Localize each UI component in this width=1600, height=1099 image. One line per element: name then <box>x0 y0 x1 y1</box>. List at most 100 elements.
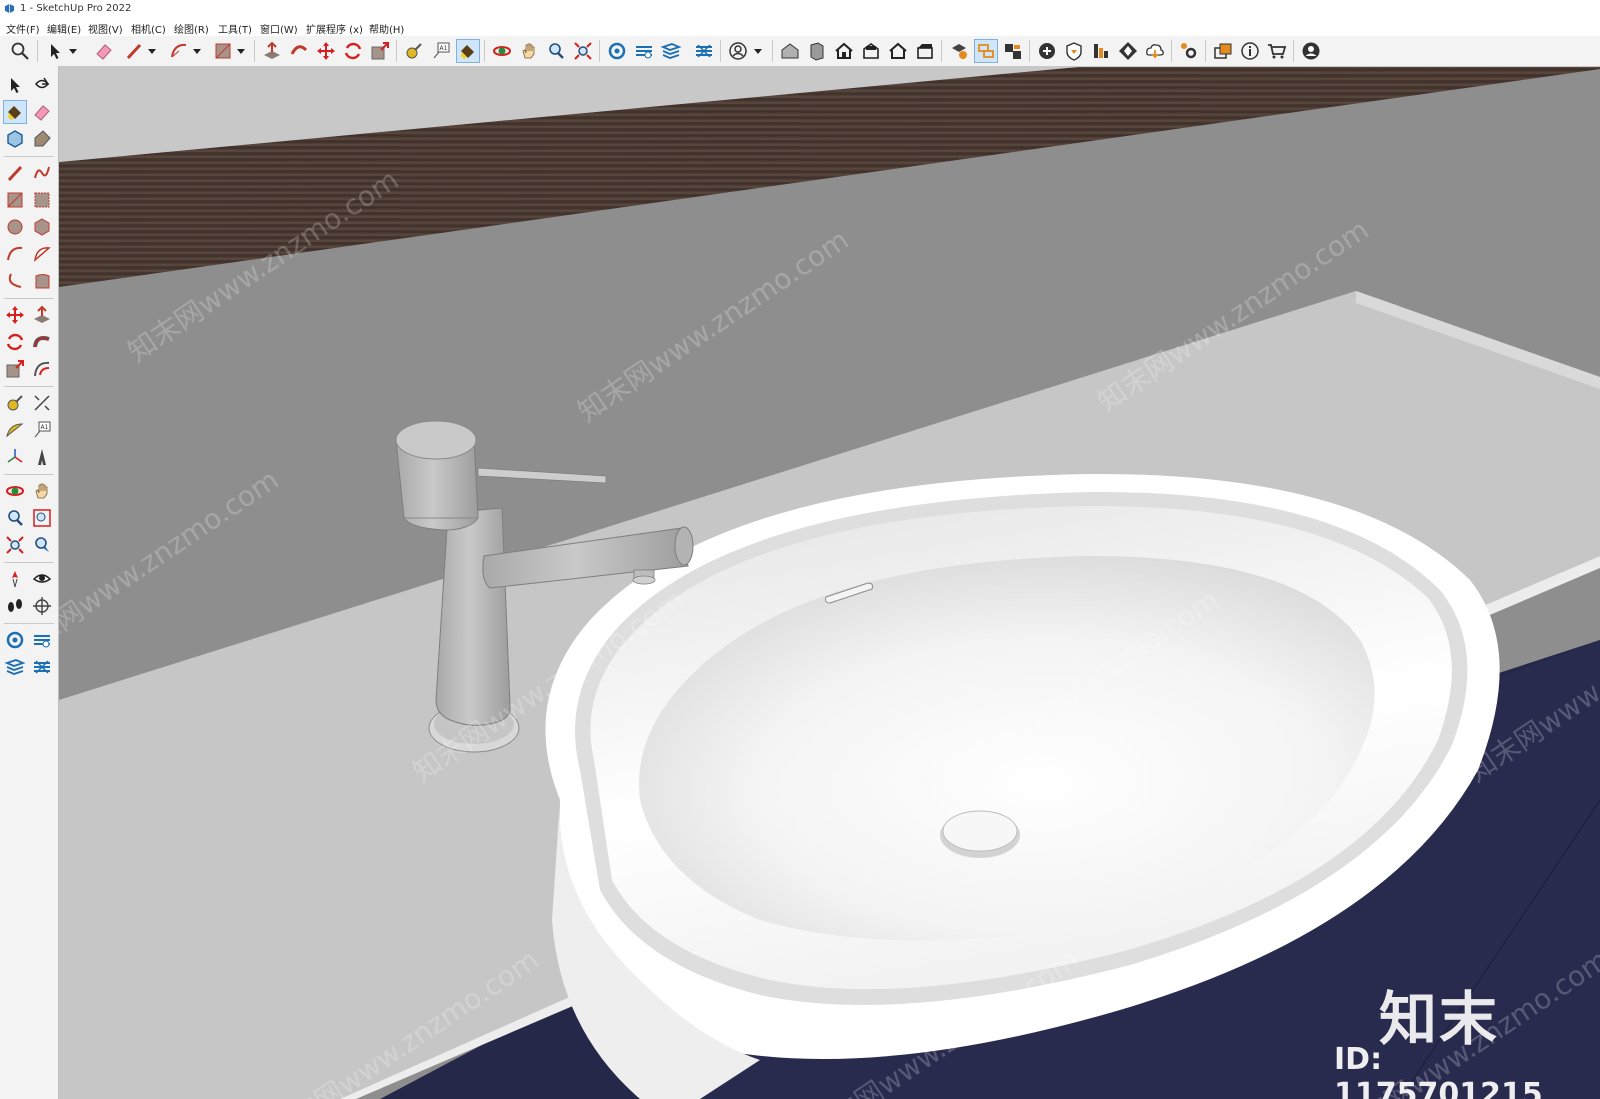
move-icon[interactable] <box>315 40 337 62</box>
tape-measure-icon[interactable] <box>403 40 425 62</box>
rotated-rectangle-icon[interactable] <box>31 189 53 211</box>
scale-icon[interactable] <box>4 358 26 380</box>
section-display-icon[interactable] <box>633 40 655 62</box>
zoom-extents-icon[interactable] <box>572 40 594 62</box>
side-view-icon[interactable] <box>914 40 936 62</box>
menu-camera[interactable]: 相机(C) <box>131 21 166 36</box>
zoom-window-icon[interactable] <box>545 40 567 62</box>
paint-bucket-icon[interactable] <box>456 39 480 63</box>
chevron-down-icon[interactable] <box>234 40 248 62</box>
pencil-icon[interactable] <box>123 40 145 62</box>
scenes-icon[interactable] <box>1002 40 1024 62</box>
arc-icon[interactable] <box>168 40 190 62</box>
pencil-icon[interactable] <box>4 162 26 184</box>
three-point-arc-icon[interactable] <box>31 270 53 292</box>
solid-tools-icon[interactable] <box>974 39 998 63</box>
arc-icon[interactable] <box>4 243 26 265</box>
model-viewport[interactable]: 知末网www.znzmo.com 知末网www.znzmo.com 知末网www… <box>59 67 1600 1099</box>
axes-icon[interactable] <box>4 446 26 468</box>
settings-icon[interactable] <box>1178 40 1200 62</box>
position-camera-icon[interactable] <box>4 568 26 590</box>
chevron-down-icon[interactable] <box>751 40 765 62</box>
follow-me-icon[interactable] <box>31 331 53 353</box>
pan-icon[interactable] <box>31 480 53 502</box>
move-icon[interactable] <box>4 304 26 326</box>
cart-icon[interactable] <box>1266 40 1288 62</box>
paint-bucket-icon[interactable] <box>3 100 27 124</box>
orbit-icon[interactable] <box>4 480 26 502</box>
pan-icon[interactable] <box>518 40 540 62</box>
menu-help[interactable]: 帮助(H) <box>369 21 404 36</box>
menu-tools[interactable]: 工具(T) <box>218 21 252 36</box>
checker-icon[interactable] <box>1117 40 1139 62</box>
circle-icon[interactable] <box>4 216 26 238</box>
section-cut-icon[interactable] <box>660 40 682 62</box>
menu-window[interactable]: 窗口(W) <box>260 21 298 36</box>
section-cut-icon[interactable] <box>31 629 53 651</box>
text-icon[interactable]: A1 <box>31 419 53 441</box>
chevron-down-icon[interactable] <box>66 40 80 62</box>
rectangle-icon[interactable] <box>212 40 234 62</box>
polygon-icon[interactable] <box>31 216 53 238</box>
text-icon[interactable]: A1 <box>430 40 452 62</box>
section-plane-icon[interactable] <box>31 595 53 617</box>
two-point-arc-icon[interactable] <box>4 270 26 292</box>
look-around-icon[interactable] <box>31 568 53 590</box>
add-location-icon[interactable] <box>1036 40 1058 62</box>
rectangle-icon[interactable] <box>4 189 26 211</box>
tag-icon[interactable] <box>31 128 53 150</box>
section-display-icon[interactable] <box>4 629 26 651</box>
rotate-icon[interactable] <box>342 40 364 62</box>
outliner-icon[interactable] <box>1212 40 1234 62</box>
freehand-icon[interactable] <box>31 162 53 184</box>
zoom-extents-icon[interactable] <box>4 534 26 556</box>
rotate-icon[interactable] <box>4 331 26 353</box>
top-view-icon[interactable] <box>887 40 909 62</box>
scale-icon[interactable] <box>369 40 391 62</box>
tape-measure-icon[interactable] <box>4 392 26 414</box>
menu-file[interactable]: 文件(F) <box>6 21 40 36</box>
menu-view[interactable]: 视图(V) <box>88 21 123 36</box>
eraser-icon[interactable] <box>31 101 53 123</box>
tags-icon[interactable] <box>1090 40 1112 62</box>
zoom-icon[interactable] <box>4 507 26 529</box>
front-view-icon[interactable] <box>860 40 882 62</box>
styles-icon[interactable] <box>948 40 970 62</box>
home-icon[interactable] <box>833 40 855 62</box>
push-pull-icon[interactable] <box>31 304 53 326</box>
extension-warehouse-icon[interactable] <box>1144 40 1166 62</box>
chevron-down-icon[interactable] <box>145 40 159 62</box>
section-plane-icon[interactable] <box>606 40 628 62</box>
walk-icon[interactable] <box>4 595 26 617</box>
follow-me-icon[interactable] <box>288 40 310 62</box>
menu-edit[interactable]: 编辑(E) <box>47 21 81 36</box>
account-icon[interactable] <box>727 40 749 62</box>
section-fill-icon[interactable] <box>693 40 715 62</box>
section-fill-icon[interactable] <box>4 656 26 678</box>
chevron-down-icon[interactable] <box>190 40 204 62</box>
profile-icon[interactable] <box>1300 40 1322 62</box>
menu-extensions[interactable]: 扩展程序 (x) <box>306 21 363 36</box>
orbit-icon[interactable] <box>491 40 513 62</box>
push-pull-icon[interactable] <box>261 40 283 62</box>
section-toggle-icon[interactable] <box>31 656 53 678</box>
zoom-icon[interactable] <box>9 40 31 62</box>
dimension-icon[interactable] <box>31 392 53 414</box>
warehouse-icon[interactable] <box>779 40 801 62</box>
eraser-icon[interactable] <box>93 40 115 62</box>
3d-text-icon[interactable] <box>31 446 53 468</box>
menu-draw[interactable]: 绘图(R) <box>174 21 209 36</box>
select-icon[interactable] <box>44 40 66 62</box>
orbit-icon[interactable] <box>31 74 53 96</box>
previous-view-icon[interactable] <box>31 534 53 556</box>
offset-icon[interactable] <box>31 358 53 380</box>
zoom-window-icon[interactable] <box>31 507 53 529</box>
component-icon[interactable] <box>4 128 26 150</box>
pie-icon[interactable] <box>31 243 53 265</box>
scene-canvas[interactable] <box>59 67 1600 1099</box>
protractor-icon[interactable] <box>4 419 26 441</box>
info-icon[interactable] <box>1239 40 1261 62</box>
sandbox-icon[interactable] <box>1063 40 1085 62</box>
components-icon[interactable] <box>806 40 828 62</box>
select-icon[interactable] <box>4 74 26 96</box>
